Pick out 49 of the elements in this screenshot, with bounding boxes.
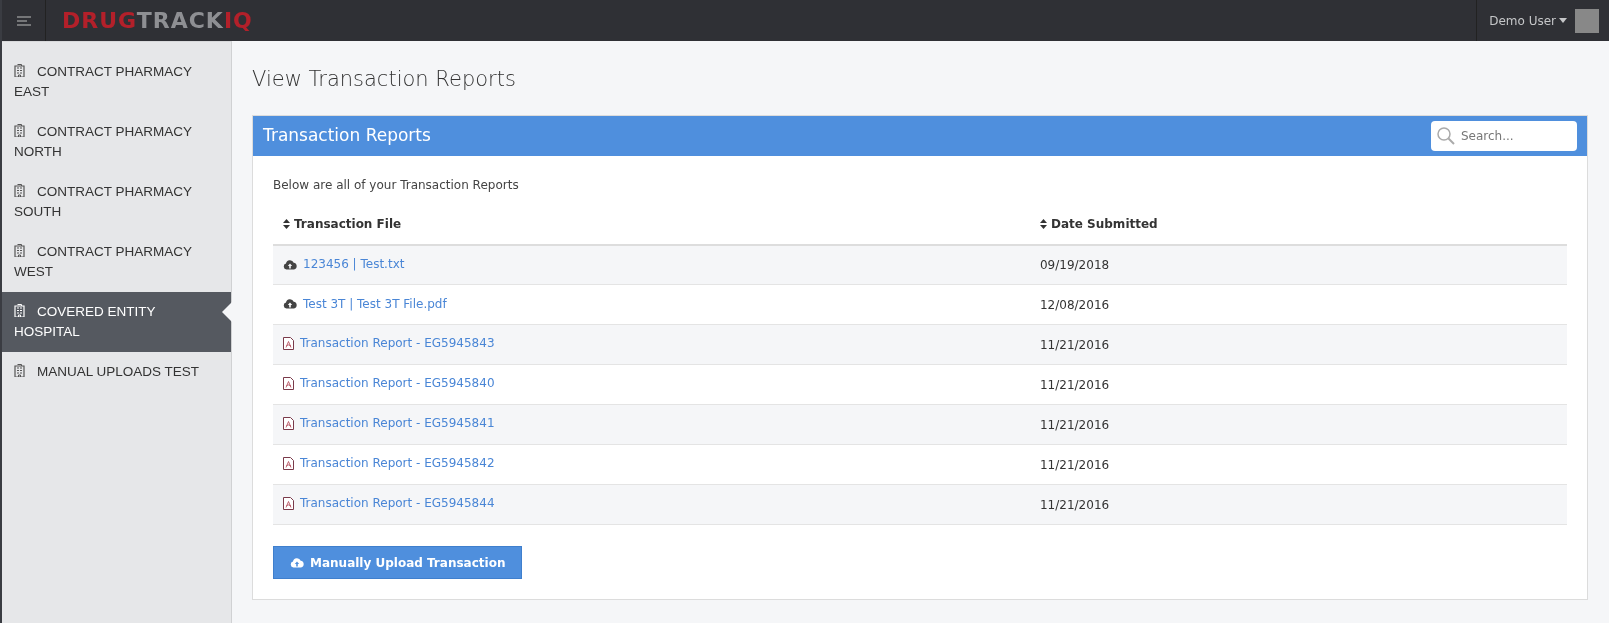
page-title: View Transaction Reports <box>252 66 517 93</box>
building-icon <box>14 64 25 77</box>
date-cell: 11/21/2016 <box>1040 497 1110 512</box>
file-link[interactable]: Transaction Report - EG5945840 <box>300 374 495 393</box>
menu-icon <box>16 15 31 26</box>
intro-text: Below are all of your Transaction Reports <box>273 176 520 194</box>
file-link[interactable]: Transaction Report - EG5945842 <box>300 454 495 473</box>
date-cell: 11/21/2016 <box>1040 377 1110 392</box>
user-menu[interactable]: Demo User <box>1489 11 1567 30</box>
building-icon <box>14 124 25 137</box>
sidebar-item[interactable]: CONTRACT PHARMACY SOUTH <box>2 172 231 232</box>
file-link[interactable]: Test 3T | Test 3T File.pdf <box>303 294 447 313</box>
cloud-upload-icon <box>290 557 304 568</box>
column-header[interactable]: Transaction File <box>283 215 402 233</box>
building-icon <box>14 184 25 197</box>
selection-pointer <box>222 302 232 322</box>
sort-icon <box>283 219 290 229</box>
sidebar-item[interactable]: CONTRACT PHARMACY NORTH <box>2 112 231 172</box>
building-icon <box>14 304 25 317</box>
sidebar-item[interactable]: CONTRACT PHARMACY WEST <box>2 232 231 292</box>
file-link[interactable]: 123456 | Test.txt <box>303 255 405 273</box>
logo[interactable]: DRUGTRACKIQ <box>62 4 253 37</box>
pdf-file-icon <box>283 496 294 510</box>
sidebar-item[interactable]: COVERED ENTITY HOSPITAL <box>2 292 231 352</box>
pdf-file-icon <box>283 416 294 430</box>
sort-icon <box>1040 219 1047 229</box>
file-link[interactable]: Transaction Report - EG5945844 <box>300 494 495 513</box>
avatar-photo-placeholder[interactable] <box>1575 8 1599 33</box>
search-icon <box>1437 126 1455 145</box>
pdf-file-icon <box>283 336 294 350</box>
file-link[interactable]: Transaction Report - EG5945841 <box>300 414 495 433</box>
date-cell: 11/21/2016 <box>1040 337 1110 352</box>
caret-icon <box>1559 18 1567 23</box>
date-cell: 09/19/2018 <box>1040 257 1110 272</box>
date-cell: 11/21/2016 <box>1040 457 1110 472</box>
cloud-upload-icon <box>283 298 297 310</box>
pdf-file-icon <box>283 376 294 390</box>
sidebar-item[interactable]: MANUAL UPLOADS TEST <box>2 352 231 392</box>
file-link[interactable]: Transaction Report - EG5945843 <box>300 334 495 353</box>
cloud-upload-icon <box>283 258 297 270</box>
date-cell: 11/21/2016 <box>1040 417 1110 432</box>
pdf-file-icon <box>283 456 294 470</box>
date-cell: 12/08/2016 <box>1040 297 1110 312</box>
sidebar-item[interactable]: CONTRACT PHARMACY EAST <box>2 52 231 112</box>
search-field[interactable]: Search... <box>1431 120 1577 151</box>
panel-title: Transaction Reports <box>263 123 431 147</box>
building-icon <box>14 364 25 377</box>
column-header[interactable]: Date Submitted <box>1040 215 1158 233</box>
building-icon <box>14 244 25 257</box>
